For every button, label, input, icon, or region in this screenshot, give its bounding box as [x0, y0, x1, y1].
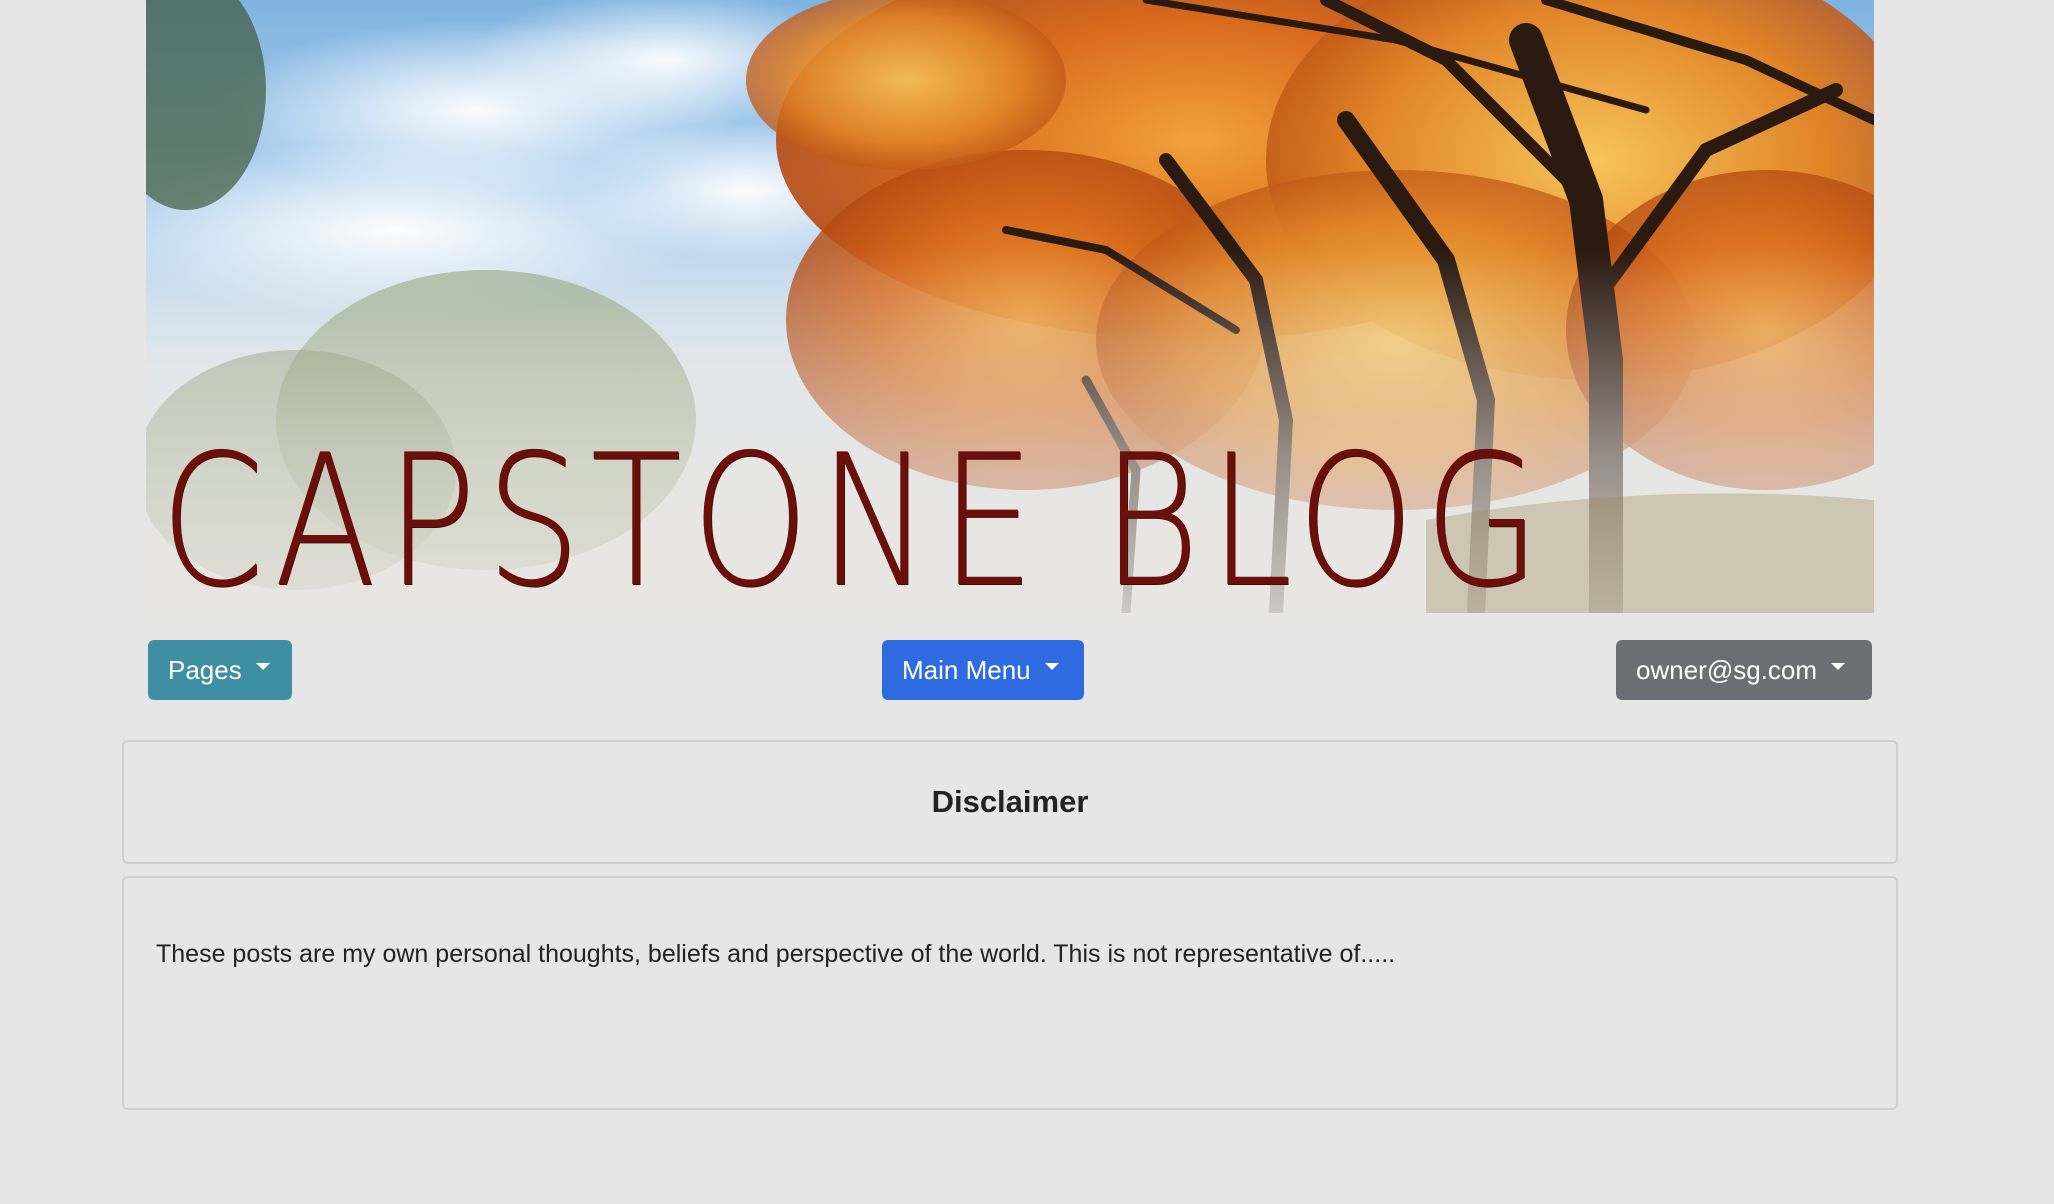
user-account-dropdown-button[interactable]: owner@sg.com	[1616, 640, 1872, 700]
post-body-card: These posts are my own personal thoughts…	[122, 876, 1898, 1110]
site-title: CAPSTONE BLOG	[160, 415, 1550, 613]
post-title: Disclaimer	[931, 784, 1089, 819]
post-body-text: These posts are my own personal thoughts…	[156, 940, 1396, 968]
header-banner-image: CAPSTONE BLOG	[146, 0, 1874, 613]
pages-dropdown-button[interactable]: Pages	[148, 640, 292, 700]
post-title-card: Disclaimer	[122, 740, 1898, 864]
pages-button-label: Pages	[168, 654, 242, 685]
chevron-down-icon	[1044, 662, 1059, 670]
main-menu-dropdown-button[interactable]: Main Menu	[882, 640, 1084, 700]
chevron-down-icon	[1831, 662, 1846, 670]
page: CAPSTONE BLOG Pages Main Menu owner@sg.c…	[0, 0, 2054, 1204]
chevron-down-icon	[255, 662, 270, 670]
main-menu-button-label: Main Menu	[902, 654, 1031, 685]
user-email-label: owner@sg.com	[1636, 654, 1818, 685]
